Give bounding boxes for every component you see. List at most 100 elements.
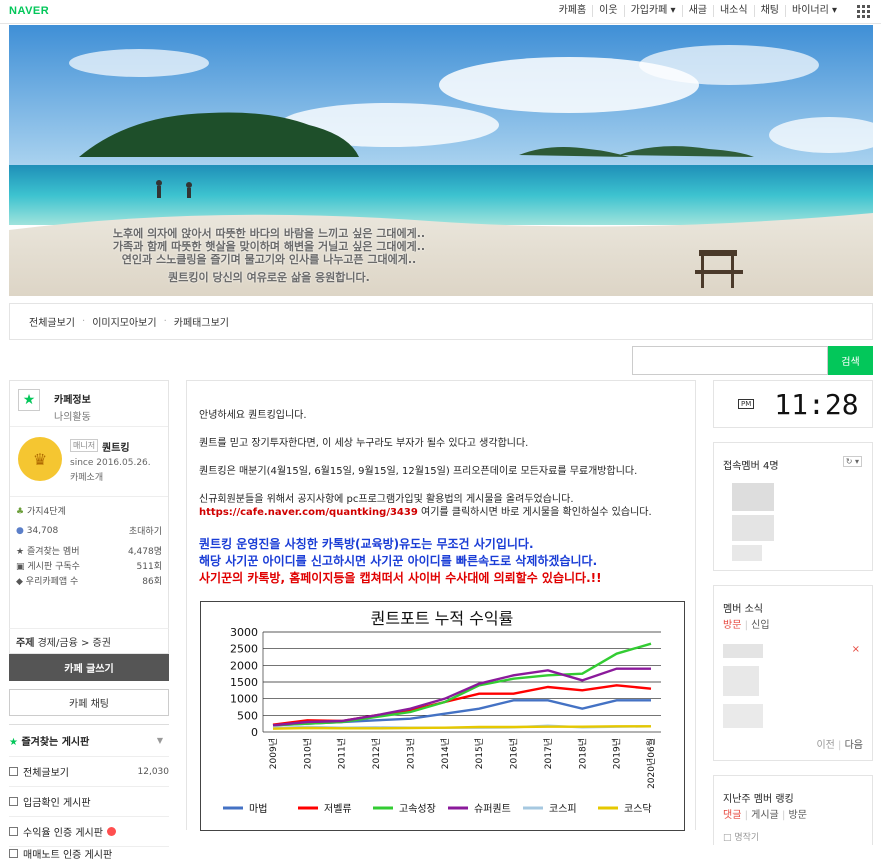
tab-my-activity[interactable]: 나의활동 — [54, 408, 91, 423]
legend-label: 마법 — [249, 803, 267, 815]
prev-button[interactable]: 이전 — [816, 740, 834, 751]
online-members-box: 접속멤버 4명 ↻ ▾ — [713, 442, 873, 571]
cafe-banner: 노후에 의자에 앉아서 따뜻한 바다의 바람을 느끼고 싶은 그대에게.. 가족… — [9, 25, 873, 296]
board-label: 전체글보기 — [23, 768, 69, 779]
menu-image-view[interactable]: 이미지모아보기 — [92, 314, 156, 329]
x-tick-label: 2019년 — [612, 738, 623, 769]
blurred-member — [732, 545, 762, 561]
x-tick-label: 2010년 — [302, 738, 313, 769]
stat-value: 4,478명 — [127, 547, 162, 557]
next-button[interactable]: 다음 — [845, 740, 863, 751]
x-tick-label: 2013년 — [405, 738, 416, 769]
left-sidebar: ★ 카페정보 나의활동 ♛ 매니저 퀀트킹 since 2016.05.26. … — [9, 380, 169, 860]
tab-post[interactable]: 게시글 — [751, 810, 779, 821]
new-badge-icon — [106, 827, 116, 836]
member-count[interactable]: 34,708 — [27, 526, 59, 536]
x-tick-label: 2009년 — [268, 738, 279, 769]
link-caption: 여기를 클릭하시면 바로 게시물을 확인하실수 있습니다. — [417, 507, 652, 518]
clock-time: 11:28 — [774, 387, 859, 421]
x-tick-label: 2015년 — [474, 738, 485, 769]
tab-new-member[interactable]: 신입 — [751, 620, 769, 631]
y-tick-label: 500 — [237, 709, 258, 722]
nav-user-menu[interactable]: 바이너리 ▾ — [785, 5, 843, 17]
warning-line-3: 사기꾼의 카톡방, 홈페이지등을 캡쳐떠서 사이버 수사대에 의뢰할수 있습니다… — [199, 571, 602, 585]
warning-line-2: 해당 사기꾼 아이디를 신고하시면 사기꾼 아이디를 빠른속도로 삭제하겠습니다… — [199, 554, 598, 568]
menu-all-posts[interactable]: 전체글보기 — [29, 314, 75, 329]
nav-chat[interactable]: 채팅 — [753, 5, 785, 17]
nav-neighbor[interactable]: 이웃 — [592, 5, 623, 17]
banner-line-3: 연인과 스노클링을 즐기며 물고기와 인사를 나누고픈 그대에게.. — [121, 253, 417, 266]
online-members-title: 접속멤버 4명 — [723, 461, 779, 472]
chevron-down-icon[interactable]: ▼ — [157, 736, 163, 745]
cafe-intro-link[interactable]: 카페소개 — [70, 470, 103, 483]
naver-logo[interactable]: NAVER — [9, 5, 49, 17]
nav-new-posts[interactable]: 새글 — [681, 5, 713, 17]
star-icon: ★ — [18, 389, 40, 411]
member-news-title: 멤버 소식 — [723, 604, 763, 615]
chart-title: 퀀트포트 누적 수익률 — [371, 609, 514, 628]
ampm-label: PM — [738, 399, 755, 409]
refresh-icon[interactable]: ↻ ▾ — [842, 456, 862, 467]
right-sidebar: PM 11:28 접속멤버 4명 ↻ ▾ 멤버 소식 방문 | 신입 × 이전 … — [713, 380, 873, 845]
nav-cafe-home[interactable]: 카페홈 — [553, 5, 593, 17]
board-item[interactable]: 입금확인 게시판 — [9, 786, 169, 816]
blurred-news — [723, 704, 763, 728]
manager-name[interactable]: 퀀트킹 — [102, 439, 130, 454]
x-tick-label: 2014년 — [440, 738, 451, 769]
invite-link[interactable]: 초대하기 — [129, 524, 162, 537]
menu-tag-view[interactable]: 카페태그보기 — [174, 314, 229, 329]
topic-label: 주제 — [16, 637, 35, 649]
top-nav: 카페홈 이웃 가입카페 ▾ 새글 내소식 채팅 바이너리 ▾ — [553, 5, 843, 17]
close-icon[interactable]: × — [852, 644, 860, 655]
clock-widget: PM 11:28 — [713, 380, 873, 428]
notice-link[interactable]: https://cafe.naver.com/quantking/3439 — [199, 507, 418, 518]
cafe-search-input[interactable] — [632, 346, 828, 375]
legend-label: 고속성장 — [399, 803, 436, 815]
board-item[interactable]: 전체글보기 12,030 — [9, 756, 169, 786]
board-icon — [9, 849, 18, 858]
warning-line-1: 퀀트킹 운영진을 사칭한 카톡방(교육방)유도는 무조건 사기입니다. — [199, 537, 534, 551]
legend-label: 코스닥 — [624, 803, 652, 815]
tab-visit[interactable]: 방문 — [723, 620, 741, 631]
board-item[interactable]: 수익율 인증 게시판 — [9, 816, 169, 846]
tab-cafe-info[interactable]: 카페정보 — [54, 391, 91, 406]
y-tick-label: 3000 — [230, 626, 258, 639]
stat-label: 즐겨찾는 멤버 — [26, 547, 80, 557]
x-tick-label: 2016년 — [509, 738, 520, 769]
blurred-news — [723, 644, 763, 658]
top-bar: NAVER 카페홈 이웃 가입카페 ▾ 새글 내소식 채팅 바이너리 ▾ — [0, 0, 881, 24]
board-icon — [9, 827, 18, 836]
series-line-고속성장 — [272, 642, 652, 727]
board-item[interactable]: 매매노트 인증 게시판 — [9, 846, 169, 860]
fav-member-icon: ★ — [16, 547, 25, 557]
post-paragraph: 퀀트킹은 매분기(4월15일, 6월15일, 9월15일, 12월15일) 프리… — [199, 466, 638, 477]
banner-line-4: 퀀트킹이 당신의 여유로운 삶을 응원합니다. — [168, 271, 370, 284]
x-tick-label: 2011년 — [337, 738, 348, 769]
search-button[interactable]: 검색 — [828, 346, 873, 375]
y-tick-label: 0 — [251, 726, 258, 739]
nav-joined-cafes[interactable]: 가입카페 ▾ — [623, 5, 682, 17]
cafe-since: since 2016.05.26. — [70, 458, 151, 468]
cafe-level: 가지4단계 — [26, 507, 66, 517]
write-post-button[interactable]: 카페 글쓰기 — [9, 654, 169, 681]
post-paragraph: 신규회원분들을 위해서 공지사항에 pc프로그램가입및 활용법의 게시물을 올려… — [199, 494, 574, 505]
star-icon: ★ — [9, 737, 18, 748]
tab-comment[interactable]: 댓글 — [723, 810, 741, 821]
tab-visit-rank[interactable]: 방문 — [789, 810, 807, 821]
post-greeting: 안녕하세요 퀀트킹입니다. — [199, 410, 307, 421]
level-icon: ♣ — [16, 507, 25, 517]
board-icon — [9, 767, 18, 776]
ranking-title: 지난주 멤버 랭킹 — [723, 794, 794, 805]
x-tick-label: 2020년06월 — [645, 738, 657, 789]
apps-grid-icon[interactable] — [857, 5, 870, 18]
post-body: 안녕하세요 퀀트킹입니다. 퀀트를 믿고 장기투자한다면, 이 세상 누구라도 … — [199, 409, 689, 587]
cafe-chat-button[interactable]: 카페 채팅 — [9, 689, 169, 716]
stat-label: 게시판 구독수 — [27, 562, 80, 572]
member-news-box: 멤버 소식 방문 | 신입 × 이전 | 다음 — [713, 585, 873, 761]
members-icon: ● — [16, 525, 24, 536]
blurred-member — [732, 483, 774, 511]
nav-my-news[interactable]: 내소식 — [712, 5, 754, 17]
subscribe-icon: ▣ — [16, 562, 25, 572]
topic-value[interactable]: 경제/금융 > 증권 — [38, 634, 111, 649]
stat-label: 우리카페앱 수 — [25, 577, 79, 587]
